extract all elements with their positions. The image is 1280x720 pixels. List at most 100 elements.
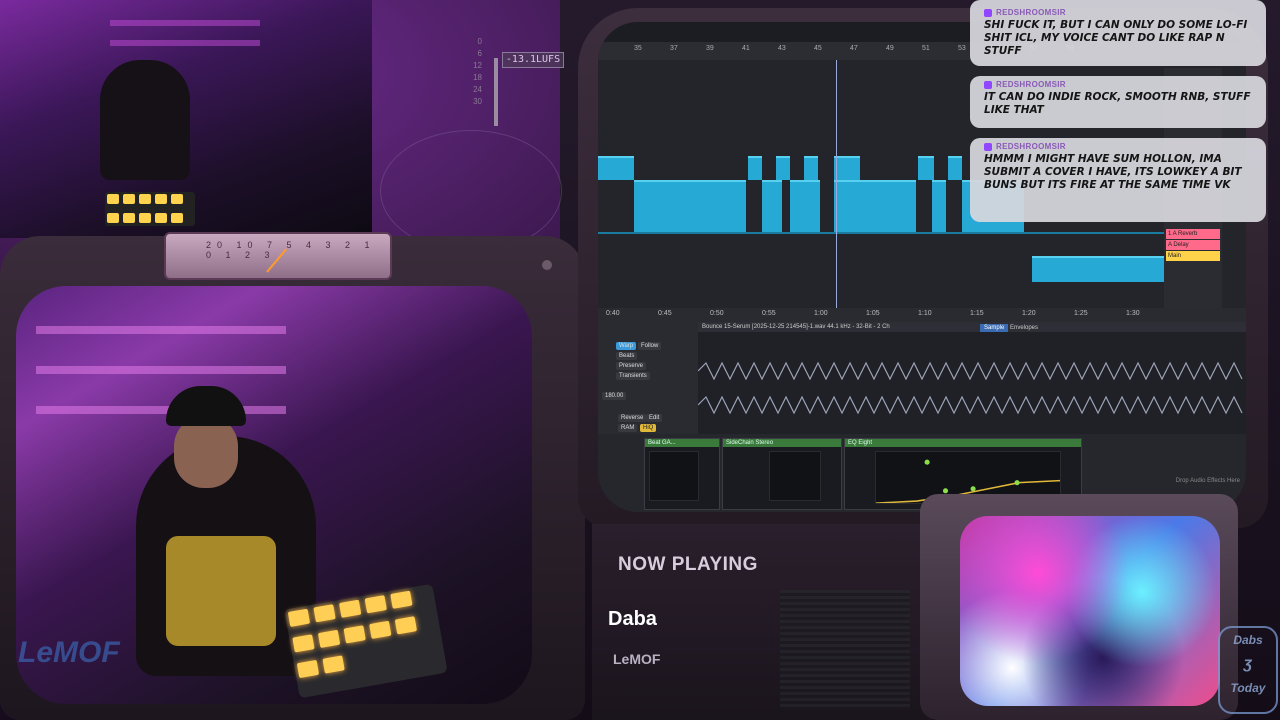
- audio-clip[interactable]: [918, 156, 934, 180]
- ruler-mark: 47: [850, 45, 858, 52]
- shelf: [110, 40, 260, 46]
- time-mark: 1:00: [814, 310, 828, 317]
- meter-tick: 18: [473, 73, 482, 82]
- twitch-icon: [984, 80, 992, 89]
- audio-clip[interactable]: [748, 156, 762, 180]
- shelf: [36, 326, 286, 334]
- chat-message: REDSHROOMSIR SHI FUCK IT, BUT I CAN ONLY…: [970, 0, 1266, 66]
- audio-clip[interactable]: [804, 156, 818, 180]
- time-mark: 1:15: [970, 310, 984, 317]
- vu-meter: 20 10 7 5 4 3 2 1 0 1 2 3: [164, 232, 392, 280]
- speaker-grille: [780, 590, 910, 710]
- time-mark: 1:25: [1074, 310, 1088, 317]
- warp-mode-select[interactable]: Beats: [616, 352, 638, 360]
- hiq-button[interactable]: HiQ: [640, 424, 657, 432]
- reverse-button[interactable]: Reverse: [618, 414, 647, 422]
- device-title: EQ Eight: [845, 439, 1081, 447]
- clip-filename: Bounce 15-Serum [2025-12-25 214545]-1.wa…: [698, 322, 1246, 332]
- time-mark: 1:10: [918, 310, 932, 317]
- ruler-mark: 53: [958, 45, 966, 52]
- device-title: Beat GA...: [645, 439, 719, 447]
- drop-effects-hint: Drop Audio Effects Here: [1175, 478, 1240, 484]
- audio-clip[interactable]: [834, 156, 860, 180]
- ruler-mark: 49: [886, 45, 894, 52]
- shelf: [36, 406, 286, 414]
- meter-tick: 6: [477, 49, 482, 58]
- transients-select[interactable]: Transients: [616, 372, 650, 380]
- device-display: [769, 451, 821, 501]
- mixer-track[interactable]: 1 A Reverb: [1166, 229, 1220, 239]
- chat-text: HMMM I MIGHT HAVE SUM HOLLON, IMA SUBMIT…: [984, 153, 1242, 191]
- chat-text: IT CAN DO INDIE ROCK, SMOOTH RNB, STUFF …: [984, 91, 1251, 116]
- audio-clip[interactable]: [948, 156, 962, 180]
- shelf: [36, 366, 286, 374]
- tab-sample[interactable]: Sample: [980, 324, 1009, 332]
- clip-view: Warp Follow Beats Preserve Transients 18…: [598, 322, 1246, 434]
- tv-knob: [542, 260, 552, 270]
- streamer-figure: [100, 60, 190, 180]
- ruler-mark: 41: [742, 45, 750, 52]
- shelf: [110, 20, 260, 26]
- mixer-track[interactable]: A Delay: [1166, 240, 1220, 250]
- vu-scale: 20 10 7 5 4 3 2 1 0 1 2 3: [206, 240, 376, 260]
- time-mark: 1:30: [1126, 310, 1140, 317]
- target-graphic: [380, 130, 562, 252]
- ruler-mark: 45: [814, 45, 822, 52]
- audio-clip[interactable]: [834, 180, 916, 234]
- mixer-track[interactable]: Main: [1166, 251, 1220, 261]
- follow-toggle[interactable]: Follow: [638, 342, 662, 350]
- track-divider: [598, 232, 1164, 234]
- device-beat[interactable]: Beat GA...: [644, 438, 720, 510]
- audio-clip[interactable]: [634, 180, 746, 234]
- chat-message: REDSHROOMSIR IT CAN DO INDIE ROCK, SMOOT…: [970, 76, 1266, 128]
- waveform-right[interactable]: [698, 394, 1246, 416]
- track-artist: LeMOF: [613, 651, 661, 667]
- warp-toggle[interactable]: Warp: [616, 342, 637, 350]
- chat-message: REDSHROOMSIR HMMM I MIGHT HAVE SUM HOLLO…: [970, 138, 1266, 222]
- time-mark: 1:05: [866, 310, 880, 317]
- chat-text: SHI FUCK IT, BUT I CAN ONLY DO SOME LO-F…: [984, 19, 1248, 57]
- audio-clip[interactable]: [598, 156, 634, 180]
- time-mark: 0:40: [606, 310, 620, 317]
- chat-username: REDSHROOMSIR: [984, 142, 1254, 151]
- audio-clip[interactable]: [790, 180, 820, 234]
- lufs-readout: -13.1LUFS: [502, 52, 564, 68]
- tab-envelopes[interactable]: Envelopes: [1006, 324, 1042, 332]
- time-mark: 1:20: [1022, 310, 1036, 317]
- drum-pad: [105, 192, 195, 226]
- time-mark: 0:45: [658, 310, 672, 317]
- time-ruler[interactable]: 0:40 0:45 0:50 0:55 1:00 1:05 1:10 1:15 1:20 1:25…: [598, 308, 1246, 322]
- logo-text: Dabs: [1233, 633, 1263, 647]
- time-mark: 0:50: [710, 310, 724, 317]
- bpm-field[interactable]: 180.00: [602, 392, 627, 400]
- device-display: [649, 451, 699, 501]
- meter-tick: 24: [473, 85, 482, 94]
- chat-username: REDSHROOMSIR: [984, 80, 1254, 89]
- ruler-mark: 43: [778, 45, 786, 52]
- device-sidechain[interactable]: SideChain Stereo: [722, 438, 842, 510]
- ram-button[interactable]: RAM: [618, 424, 638, 432]
- twitch-icon: [984, 142, 992, 151]
- meter-scale: 0 6 12 18 24 30: [462, 36, 482, 108]
- streamer-cap: [166, 386, 246, 426]
- playhead[interactable]: [836, 60, 837, 308]
- clip-properties: Warp Follow Beats Preserve Transients 18…: [598, 322, 698, 434]
- edit-button[interactable]: Edit: [646, 414, 663, 422]
- waveform-left[interactable]: [698, 360, 1246, 382]
- album-art: [960, 516, 1220, 706]
- audio-clip[interactable]: [932, 180, 946, 234]
- audio-clip[interactable]: [762, 180, 782, 234]
- logo-icon: ʒ: [1243, 655, 1253, 672]
- chat-username: REDSHROOMSIR: [984, 8, 1254, 17]
- audio-clip[interactable]: [776, 156, 790, 180]
- device-title: SideChain Stereo: [723, 439, 841, 447]
- meter-tick: 0: [477, 37, 482, 46]
- ruler-mark: 37: [670, 45, 678, 52]
- track-title: Daba: [608, 608, 657, 630]
- now-playing-label: NOW PLAYING: [618, 554, 758, 575]
- preserve-label: Preserve: [616, 362, 647, 370]
- audio-clip[interactable]: [1032, 256, 1164, 282]
- ruler-mark: 39: [706, 45, 714, 52]
- meter-tick: 30: [473, 97, 482, 106]
- streamer-face: [174, 416, 238, 488]
